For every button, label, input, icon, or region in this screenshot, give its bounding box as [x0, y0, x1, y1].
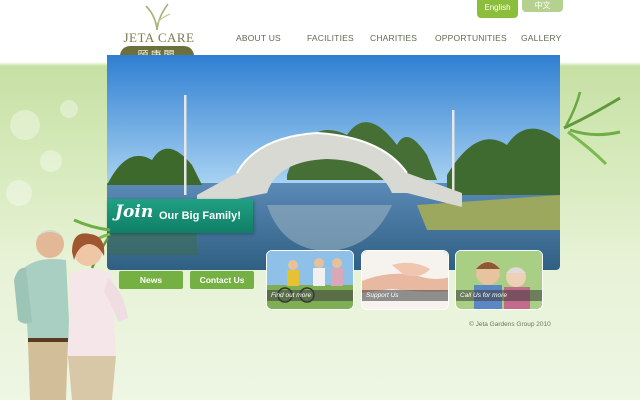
nav-facilities[interactable]: FACILITIES — [307, 33, 354, 43]
elderly-couple-photo — [14, 230, 128, 400]
holding-hands-photo — [362, 251, 448, 309]
thumbnail-call-us[interactable]: Call Us for more — [455, 250, 543, 310]
background-bokeh — [10, 110, 40, 140]
thumbnail-caption: Find out more — [267, 290, 353, 301]
nav-gallery[interactable]: GALLERY — [521, 33, 561, 43]
nav-opportunities[interactable]: OPPORTUNITIES — [435, 33, 507, 43]
language-chinese-button[interactable]: 中文 — [522, 0, 563, 12]
family-bikes-photo — [267, 251, 353, 309]
thumbnail-support-us[interactable]: Support Us — [361, 250, 449, 310]
join-family-text: Our Big Family! — [159, 210, 241, 222]
thumbnail-caption: Call Us for more — [456, 290, 542, 301]
join-word: Join — [115, 202, 154, 222]
background-bokeh — [60, 100, 78, 118]
contact-us-button[interactable]: Contact Us — [190, 271, 254, 289]
language-english-button[interactable]: English — [477, 0, 518, 18]
hero-bridge-photo — [107, 55, 560, 270]
grandparent-child-photo — [456, 251, 542, 309]
bamboo-leaves-icon — [563, 91, 621, 166]
copyright-text: © Jeta Gardens Group 2010 — [469, 321, 551, 328]
nav-about-us[interactable]: ABOUT US — [236, 33, 281, 43]
thumbnail-caption: Support Us — [362, 290, 448, 301]
thumbnail-find-out-more[interactable]: Find out more — [266, 250, 354, 310]
background-bokeh — [6, 180, 32, 206]
nav-charities[interactable]: CHARITIES — [370, 33, 417, 43]
bamboo-leaf-icon — [145, 3, 171, 31]
main-navigation: ABOUT US FACILITIES CHARITIES OPPORTUNIT… — [0, 33, 640, 47]
background-bokeh — [40, 150, 62, 172]
